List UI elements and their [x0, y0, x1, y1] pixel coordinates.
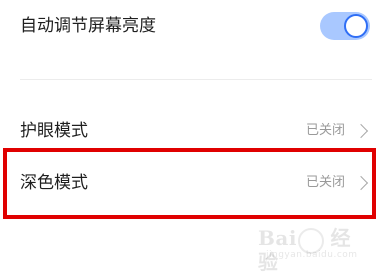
auto-brightness-toggle[interactable]: [320, 12, 370, 40]
auto-brightness-label: 自动调节屏幕亮度: [20, 16, 156, 36]
watermark-sub: jingyan.baidu.com: [266, 250, 358, 260]
highlight-box: [3, 148, 376, 219]
toggle-knob: [344, 14, 368, 38]
baidu-watermark: Bai 经验 jingyan.baidu.com: [258, 226, 368, 274]
eye-protection-value: 已关闭: [305, 123, 345, 138]
watermark-text: Bai: [258, 226, 297, 250]
chevron-right-icon: [353, 123, 369, 139]
divider: [20, 79, 372, 80]
eye-protection-label: 护眼模式: [20, 121, 88, 141]
